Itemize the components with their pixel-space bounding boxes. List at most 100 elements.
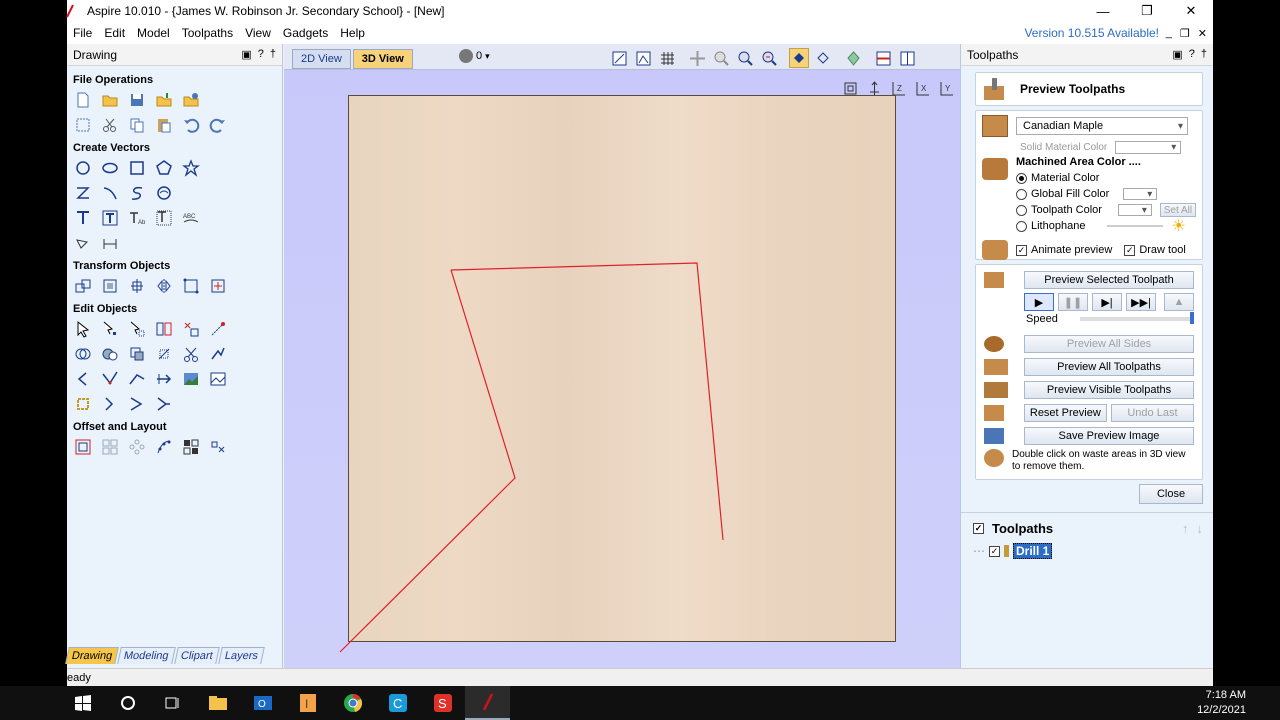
draw-circle-icon[interactable]	[73, 158, 92, 177]
vector-texture-icon[interactable]	[208, 437, 227, 456]
save-icon[interactable]	[127, 90, 146, 109]
create-fillet-icon[interactable]	[208, 319, 227, 338]
toolpath-item[interactable]: ⋯ ✓ Drill 1	[973, 543, 1203, 559]
mirror-icon[interactable]	[154, 276, 173, 295]
align-icon[interactable]	[127, 276, 146, 295]
intersect-vectors-icon[interactable]	[127, 344, 146, 363]
distort-icon[interactable]	[181, 276, 200, 295]
draw-arc-icon[interactable]	[100, 183, 119, 202]
close-button[interactable]: Close	[1139, 484, 1203, 504]
menu-edit[interactable]: Edit	[98, 26, 131, 40]
play-button[interactable]: ▶	[1024, 293, 1054, 311]
menu-gadgets[interactable]: Gadgets	[277, 26, 334, 40]
scissors-icon[interactable]	[181, 344, 200, 363]
chrome-icon[interactable]	[330, 686, 375, 720]
toolpaths-visible-checkbox[interactable]: ✓	[973, 522, 984, 534]
tab-clipart[interactable]: Clipart	[174, 647, 220, 664]
menu-toolpaths[interactable]: Toolpaths	[176, 26, 239, 40]
radio-toolpath-color[interactable]: Toolpath ColorSet All	[1016, 202, 1196, 218]
radio-material-color[interactable]: Material Color	[1016, 170, 1196, 186]
join-vectors-icon[interactable]	[100, 394, 119, 413]
array-copy-icon[interactable]	[100, 437, 119, 456]
app-s-icon[interactable]: S	[420, 686, 465, 720]
menu-help[interactable]: Help	[334, 26, 371, 40]
help-icon[interactable]: ?	[1189, 48, 1195, 61]
move-down-icon[interactable]: ↓	[1197, 521, 1204, 536]
autohide-pin-icon[interactable]: †	[1201, 48, 1207, 61]
copy-icon[interactable]	[127, 115, 146, 134]
node-edit-icon[interactable]	[100, 319, 119, 338]
tab-layers[interactable]: Layers	[217, 647, 265, 664]
step-forward-button[interactable]: ▶|	[1092, 293, 1122, 311]
copy-along-vector-icon[interactable]	[154, 437, 173, 456]
3d-view-area[interactable]: 2D View 3D View 0 ▾ Z X Y	[284, 44, 960, 668]
linear-dimension-icon[interactable]	[100, 233, 119, 252]
outlook-icon[interactable]: O	[240, 686, 285, 720]
radio-lithophane[interactable]: Lithophane ☀	[1016, 218, 1196, 235]
menu-view[interactable]: View	[239, 26, 277, 40]
set-origin-icon[interactable]	[208, 276, 227, 295]
maximize-button[interactable]: ❐	[1125, 0, 1169, 22]
paste-icon[interactable]	[154, 115, 173, 134]
material-board[interactable]	[339, 95, 896, 653]
text-box-icon[interactable]	[100, 208, 119, 227]
impress-icon[interactable]: I	[285, 686, 330, 720]
close-window-button[interactable]: ✕	[1169, 0, 1213, 22]
draw-ellipse-icon[interactable]	[100, 158, 119, 177]
help-icon[interactable]: ?	[258, 48, 264, 61]
import-vectors-icon[interactable]	[154, 90, 173, 109]
undo-last-button[interactable]: Undo Last	[1110, 404, 1194, 422]
reset-preview-button[interactable]: Reset Preview	[1023, 404, 1107, 422]
panel-pin-icon[interactable]: ▣	[1172, 48, 1182, 61]
mdi-restore-button[interactable]: ❐	[1180, 27, 1190, 40]
job-setup-icon[interactable]	[73, 115, 92, 134]
auto-layout-text-icon[interactable]: Ab	[127, 208, 146, 227]
draw-tool-checkbox[interactable]: ✓	[1124, 244, 1136, 256]
tab-drawing[interactable]: Drawing	[65, 647, 120, 664]
pause-button[interactable]: ❚❚	[1058, 293, 1088, 311]
draw-curve-icon[interactable]	[127, 183, 146, 202]
text-on-curve-icon[interactable]	[154, 208, 173, 227]
redo-icon[interactable]	[208, 115, 227, 134]
import-component-icon[interactable]	[181, 90, 200, 109]
version-available-link[interactable]: Version 10.515 Available!	[1024, 26, 1159, 40]
start-button[interactable]	[60, 686, 105, 720]
material-select[interactable]: Canadian Maple	[1016, 117, 1188, 135]
app-c-icon[interactable]: C	[375, 686, 420, 720]
image-trace-icon[interactable]	[181, 369, 200, 388]
preview-all-sides-button[interactable]: Preview All Sides	[1024, 335, 1194, 353]
rotate-icon[interactable]	[154, 369, 173, 388]
menu-model[interactable]: Model	[131, 26, 176, 40]
draw-polygon-icon[interactable]	[154, 158, 173, 177]
image-bitmap-icon[interactable]	[208, 369, 227, 388]
preview-selected-toolpath-button[interactable]: Preview Selected Toolpath	[1024, 271, 1194, 289]
create-chamfer-icon[interactable]	[73, 369, 92, 388]
mdi-close-button[interactable]: ✕	[1198, 27, 1207, 40]
select-icon[interactable]	[73, 319, 92, 338]
overlap-vectors-icon[interactable]	[154, 344, 173, 363]
weld-vectors-icon[interactable]	[73, 344, 92, 363]
move-icon[interactable]	[73, 276, 92, 295]
circular-array-icon[interactable]	[127, 437, 146, 456]
menu-file[interactable]: File	[67, 26, 98, 40]
draw-text-icon[interactable]	[73, 208, 92, 227]
preview-visible-toolpaths-button[interactable]: Preview Visible Toolpaths	[1024, 381, 1194, 399]
speed-slider[interactable]	[1079, 312, 1194, 324]
transform-mode-icon[interactable]	[127, 319, 146, 338]
panel-pin-icon[interactable]: ▣	[241, 48, 251, 61]
new-file-icon[interactable]	[73, 90, 92, 109]
curve-fit-icon[interactable]	[100, 369, 119, 388]
dimension-icon[interactable]	[73, 233, 92, 252]
draw-rectangle-icon[interactable]	[127, 158, 146, 177]
trim-vectors-icon[interactable]	[181, 319, 200, 338]
save-preview-image-button[interactable]: Save Preview Image	[1024, 427, 1194, 445]
undo-icon[interactable]	[181, 115, 200, 134]
join-open-vectors-icon[interactable]	[127, 394, 146, 413]
toolpath-item-checkbox[interactable]: ✓	[989, 545, 1000, 557]
tab-modeling[interactable]: Modeling	[117, 647, 176, 664]
offset-vectors-icon[interactable]	[73, 437, 92, 456]
nesting-icon[interactable]	[181, 437, 200, 456]
file-explorer-icon[interactable]	[195, 686, 240, 720]
autohide-pin-icon[interactable]: †	[270, 48, 276, 61]
radio-global-fill-color[interactable]: Global Fill Color	[1016, 186, 1196, 202]
